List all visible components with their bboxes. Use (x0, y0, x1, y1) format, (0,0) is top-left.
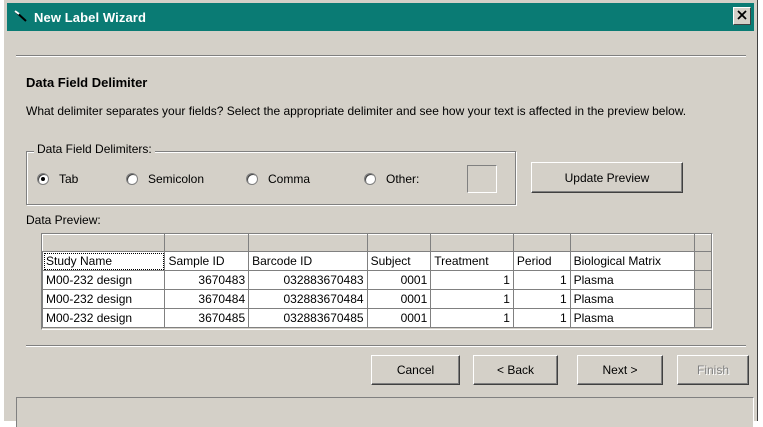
other-delimiter-input[interactable] (467, 165, 497, 193)
window-title: New Label Wizard (34, 10, 147, 25)
back-button[interactable]: < Back (473, 355, 558, 385)
finish-button: Finish (677, 355, 749, 385)
table-cell[interactable]: Plasma (569, 289, 696, 309)
table-cell[interactable]: 0001 (366, 270, 432, 290)
data-preview-label: Data Preview: (26, 213, 101, 227)
table-cell[interactable]: Treatment (430, 251, 514, 271)
grid-header-row (42, 234, 712, 252)
radio-comma[interactable]: Comma (246, 172, 310, 186)
next-button[interactable]: Next > (577, 355, 663, 385)
table-cell[interactable]: Biological Matrix (569, 251, 696, 271)
radio-button[interactable] (126, 173, 138, 185)
table-cell[interactable]: 0001 (366, 289, 432, 309)
header-divider (16, 55, 746, 57)
table-cell[interactable]: Barcode ID (248, 251, 368, 271)
delimiter-group-label: Data Field Delimiters: (34, 142, 155, 156)
radio-tab[interactable]: Tab (37, 172, 78, 186)
close-icon (737, 9, 747, 23)
instructions-text: What delimiter separates your fields? Se… (26, 104, 687, 118)
table-cell[interactable]: Plasma (569, 270, 696, 290)
table-row: M00-232 design 3670483 032883670483 0001… (42, 270, 712, 290)
table-cell[interactable]: 1 (430, 270, 514, 290)
table-cell[interactable]: Sample ID (164, 251, 250, 271)
table-cell[interactable]: Period (512, 251, 571, 271)
update-preview-button[interactable]: Update Preview (531, 162, 683, 193)
table-cell[interactable]: M00-232 design (42, 270, 166, 290)
table-row: Study Name Sample ID Barcode ID Subject … (42, 251, 712, 271)
radio-button-checked[interactable] (37, 173, 49, 185)
radio-semicolon-label: Semicolon (148, 172, 205, 186)
page-title: Data Field Delimiter (26, 75, 148, 90)
radio-button[interactable] (364, 173, 376, 185)
table-cell[interactable]: 1 (430, 308, 514, 328)
cancel-button[interactable]: Cancel (371, 355, 460, 385)
table-cell[interactable]: 1 (512, 308, 571, 328)
wizard-window: New Label Wizard Data Field Delimiter Wh… (3, 0, 758, 427)
table-cell[interactable]: Subject (366, 251, 432, 271)
radio-other-label: Other: (386, 172, 420, 186)
title-bar[interactable]: New Label Wizard (7, 3, 754, 31)
table-cell[interactable]: 032883670485 (248, 308, 368, 328)
table-cell[interactable]: 032883670483 (248, 270, 368, 290)
radio-semicolon[interactable]: Semicolon (126, 172, 204, 186)
table-cell[interactable]: Plasma (569, 308, 696, 328)
close-button[interactable] (733, 7, 751, 25)
table-row: M00-232 design 3670485 032883670485 0001… (42, 308, 712, 328)
table-cell[interactable]: 1 (430, 289, 514, 309)
table-cell[interactable]: 1 (512, 270, 571, 290)
preview-table: Study Name Sample ID Barcode ID Subject … (42, 234, 712, 328)
table-cell[interactable]: 3670484 (164, 289, 250, 309)
table-cell[interactable]: 0001 (366, 308, 432, 328)
table-cell[interactable]: Study Name (42, 251, 166, 271)
radio-button[interactable] (246, 173, 258, 185)
table-cell[interactable]: 1 (512, 289, 571, 309)
table-cell[interactable]: 3670485 (164, 308, 250, 328)
radio-comma-label: Comma (268, 172, 311, 186)
table-cell[interactable]: 032883670484 (248, 289, 368, 309)
table-cell[interactable]: M00-232 design (42, 308, 166, 328)
radio-tab-label: Tab (59, 172, 79, 186)
data-preview-grid[interactable]: Study Name Sample ID Barcode ID Subject … (41, 233, 713, 330)
footer-divider (26, 345, 746, 347)
wizard-wand-icon (13, 8, 29, 24)
radio-other[interactable]: Other: (364, 172, 419, 186)
status-panel (16, 397, 754, 427)
table-row: M00-232 design 3670484 032883670484 0001… (42, 289, 712, 309)
table-cell[interactable]: 3670483 (164, 270, 250, 290)
table-cell[interactable]: M00-232 design (42, 289, 166, 309)
